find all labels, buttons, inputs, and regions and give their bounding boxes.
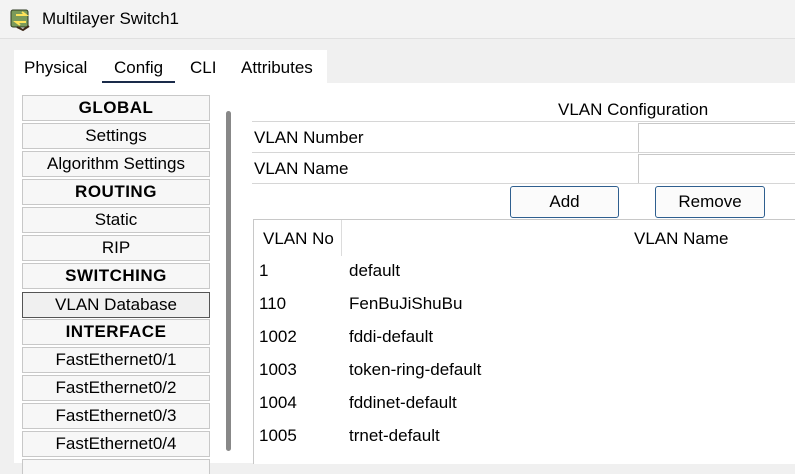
column-header-vlan-name[interactable]: VLAN Name bbox=[634, 220, 728, 256]
nav-scrollbar[interactable] bbox=[226, 111, 231, 451]
tab-bar: Physical Config CLI Attributes bbox=[14, 50, 327, 84]
divider bbox=[252, 183, 795, 184]
vlan-name-cell: fddi-default bbox=[349, 327, 434, 346]
nav-item-fastethernet0-2[interactable]: FastEthernet0/2 bbox=[22, 375, 210, 401]
nav-header-interface: INTERFACE bbox=[22, 319, 210, 345]
nav-item-rip[interactable]: RIP bbox=[22, 235, 210, 261]
vlan-number-label: VLAN Number bbox=[254, 128, 364, 147]
vlan-name-cell: FenBuJiShuBu bbox=[349, 294, 463, 313]
vlan-no-cell: 1004 bbox=[259, 393, 297, 412]
nav-header-routing: ROUTING bbox=[22, 179, 210, 205]
add-button[interactable]: Add bbox=[510, 186, 619, 218]
vlan-no-cell: 110 bbox=[259, 294, 287, 313]
tab-config[interactable]: Config bbox=[101, 58, 176, 84]
nav-item-static[interactable]: Static bbox=[22, 207, 210, 233]
vlan-name-label: VLAN Name bbox=[254, 159, 349, 178]
switch-icon bbox=[10, 9, 30, 32]
vlan-no-cell: 1005 bbox=[259, 426, 297, 445]
vlan-config-title: VLAN Configuration bbox=[558, 100, 709, 119]
vlan-name-cell: default bbox=[349, 261, 401, 280]
vlan-name-cell: trnet-default bbox=[349, 426, 440, 445]
nav-item-algorithm-settings[interactable]: Algorithm Settings bbox=[22, 151, 210, 177]
vlan-no-cell: 1 bbox=[259, 261, 269, 280]
vlan-name-input[interactable] bbox=[638, 154, 795, 184]
title-bar: Multilayer Switch1 bbox=[0, 0, 795, 39]
nav-item-fastethernet0-3[interactable]: FastEthernet0/3 bbox=[22, 403, 210, 429]
window-title: Multilayer Switch1 bbox=[42, 9, 179, 28]
vlan-number-input[interactable] bbox=[638, 123, 795, 153]
nav-item-fastethernet0-4[interactable]: FastEthernet0/4 bbox=[22, 431, 210, 457]
nav-header-global: GLOBAL bbox=[22, 95, 210, 121]
divider bbox=[252, 152, 795, 153]
nav-item-partial bbox=[22, 459, 210, 474]
vlan-table: VLAN No VLAN Name 1 default 110 FenBuJiS… bbox=[253, 219, 795, 464]
divider bbox=[252, 121, 795, 122]
tab-attributes[interactable]: Attributes bbox=[241, 58, 313, 78]
vlan-name-cell: fddinet-default bbox=[349, 393, 457, 412]
tab-cli[interactable]: CLI bbox=[190, 58, 216, 78]
tab-physical[interactable]: Physical bbox=[24, 58, 87, 78]
vlan-no-cell: 1002 bbox=[259, 327, 297, 346]
vlan-name-cell: token-ring-default bbox=[349, 360, 482, 379]
nav-item-settings[interactable]: Settings bbox=[22, 123, 210, 149]
nav-item-vlan-database[interactable]: VLAN Database bbox=[22, 292, 210, 318]
nav-header-switching: SWITCHING bbox=[22, 263, 210, 289]
remove-button[interactable]: Remove bbox=[655, 186, 765, 218]
vlan-no-cell: 1003 bbox=[259, 360, 297, 379]
nav-item-fastethernet0-1[interactable]: FastEthernet0/1 bbox=[22, 347, 210, 373]
config-panel: GLOBAL Settings Algorithm Settings ROUTI… bbox=[14, 83, 795, 474]
column-header-vlan-no[interactable]: VLAN No bbox=[254, 220, 342, 256]
